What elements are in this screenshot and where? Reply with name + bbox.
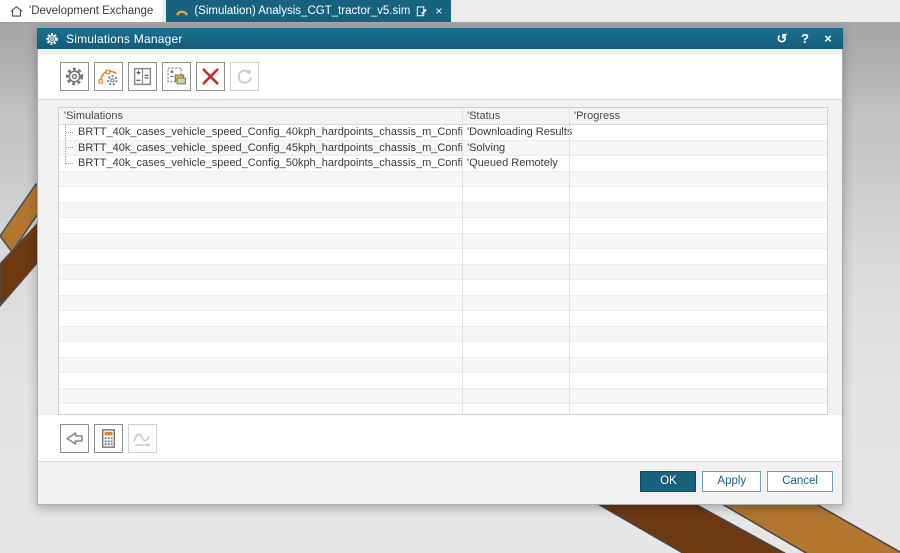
help-icon[interactable]: ? xyxy=(798,32,812,45)
delete-icon xyxy=(200,66,221,87)
result-plot-button xyxy=(128,424,157,453)
dialog-title: Simulations Manager xyxy=(66,32,183,46)
simulation-name: BRTT_40k_cases_vehicle_speed_Config_40kp… xyxy=(78,126,462,138)
calculator-button[interactable] xyxy=(94,424,123,453)
results-toolbar xyxy=(38,415,842,462)
table-row[interactable]: BRTT_40k_cases_vehicle_speed_Config_50kp… xyxy=(59,156,827,172)
column-header-status[interactable]: 'Status xyxy=(462,108,569,124)
dialog-footer: OK Apply Cancel xyxy=(38,464,842,504)
column-header-simulations[interactable]: 'Simulations xyxy=(59,108,462,124)
simulation-status: 'Solving xyxy=(462,141,569,156)
simulation-settings-icon xyxy=(98,66,119,87)
simulation-progress xyxy=(569,141,827,156)
close-icon[interactable]: × xyxy=(821,32,835,45)
table-row[interactable]: BRTT_40k_cases_vehicle_speed_Config_45kp… xyxy=(59,141,827,157)
calculator-icon xyxy=(98,428,119,449)
table-row-empty xyxy=(59,342,827,358)
tab-label: 'Development Exchange xyxy=(29,5,153,17)
table-row-empty xyxy=(59,373,827,389)
cancel-button[interactable]: Cancel xyxy=(767,471,833,492)
column-divider xyxy=(569,108,570,414)
tree-branch xyxy=(65,125,74,140)
tab-label: (Simulation) Analysis_CGT_tractor_v5.sim xyxy=(194,5,410,17)
result-plot-icon xyxy=(132,428,153,449)
application-window: 'Development Exchange (Simulation) Analy… xyxy=(0,0,900,553)
table-body: BRTT_40k_cases_vehicle_speed_Config_40kp… xyxy=(59,125,827,415)
simulation-progress xyxy=(569,156,827,171)
simulation-arc-icon xyxy=(175,5,189,17)
column-divider xyxy=(462,108,463,414)
simulations-table: 'Simulations 'Status 'Progress BRTT_40k_… xyxy=(58,107,828,415)
modified-doc-icon[interactable] xyxy=(415,5,428,18)
table-row-empty xyxy=(59,187,827,203)
back-arrow-icon xyxy=(64,428,85,449)
table-row[interactable]: BRTT_40k_cases_vehicle_speed_Config_40kp… xyxy=(59,125,827,141)
table-filler-rows xyxy=(59,172,827,416)
ok-button[interactable]: OK xyxy=(640,471,696,492)
refresh-icon xyxy=(234,66,255,87)
table-row-empty xyxy=(59,172,827,188)
table-row-empty xyxy=(59,265,827,281)
delete-button[interactable] xyxy=(196,62,225,91)
simulation-status: 'Downloading Results xyxy=(462,125,569,140)
table-header: 'Simulations 'Status 'Progress xyxy=(59,108,827,125)
reset-icon[interactable]: ↺ xyxy=(775,32,789,45)
table-row-empty xyxy=(59,327,827,343)
clone-solution-button[interactable] xyxy=(162,62,191,91)
document-tab-bar: 'Development Exchange (Simulation) Analy… xyxy=(0,0,900,22)
table-row-empty xyxy=(59,296,827,312)
table-row-empty xyxy=(59,203,827,219)
gear-icon xyxy=(45,32,59,46)
table-row-empty xyxy=(59,311,827,327)
dialog-titlebar[interactable]: Simulations Manager ↺ ? × xyxy=(37,28,843,49)
column-header-progress[interactable]: 'Progress xyxy=(569,108,827,124)
simulations-toolbar xyxy=(38,54,842,100)
simulation-name: BRTT_40k_cases_vehicle_speed_Config_45kp… xyxy=(78,142,462,154)
table-row-empty xyxy=(59,249,827,265)
table-row-empty xyxy=(59,404,827,415)
close-icon[interactable]: × xyxy=(435,4,442,18)
simulation-status: 'Queued Remotely xyxy=(462,156,569,171)
tree-branch xyxy=(65,141,74,156)
tab-simulation-analysis[interactable]: (Simulation) Analysis_CGT_tractor_v5.sim… xyxy=(166,0,451,22)
table-row-empty xyxy=(59,358,827,374)
settings-gear-icon xyxy=(64,66,85,87)
tab-development-exchange[interactable]: 'Development Exchange xyxy=(0,0,162,22)
home-icon xyxy=(9,4,24,19)
titlebar-buttons: ↺ ? × xyxy=(775,32,835,45)
simulation-settings-button[interactable] xyxy=(94,62,123,91)
simulation-name: BRTT_40k_cases_vehicle_speed_Config_50kp… xyxy=(78,157,462,169)
table-row-empty xyxy=(59,389,827,405)
simulation-progress xyxy=(569,125,827,140)
solver-setup-button[interactable] xyxy=(128,62,157,91)
tree-branch xyxy=(65,156,74,171)
simulations-manager-dialog: Simulations Manager ↺ ? × xyxy=(37,28,843,505)
apply-button[interactable]: Apply xyxy=(702,471,761,492)
settings-gear-button[interactable] xyxy=(60,62,89,91)
table-row-empty xyxy=(59,280,827,296)
table-row-empty xyxy=(59,218,827,234)
clone-solution-icon xyxy=(166,66,187,87)
table-row-empty xyxy=(59,234,827,250)
back-arrow-button[interactable] xyxy=(60,424,89,453)
solver-setup-icon xyxy=(132,66,153,87)
refresh-button xyxy=(230,62,259,91)
